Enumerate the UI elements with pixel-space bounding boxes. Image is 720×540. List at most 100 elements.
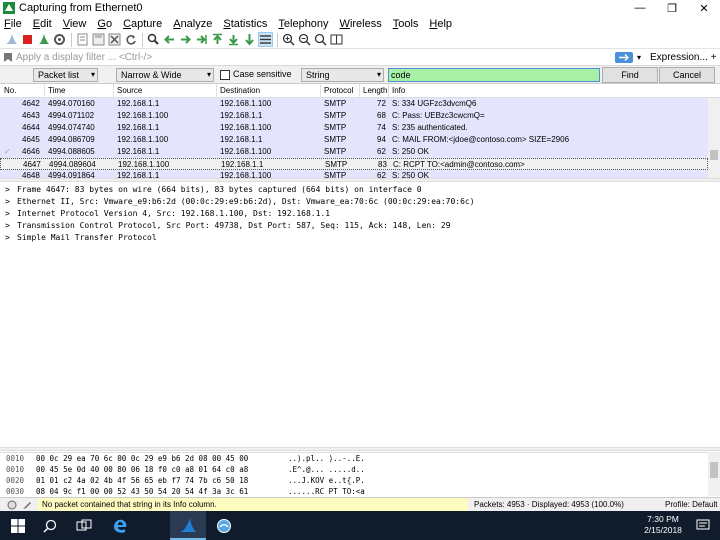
table-row[interactable]: 4643 4994.071102 192.168.1.100 192.168.1…	[0, 110, 708, 122]
menu-edit[interactable]: Edit	[33, 18, 52, 30]
stop-capture-button[interactable]	[20, 32, 35, 47]
save-file-button[interactable]	[91, 32, 106, 47]
menu-go[interactable]: Go	[97, 18, 112, 30]
apply-filter-button[interactable]	[615, 52, 633, 63]
restart-capture-button[interactable]	[36, 32, 51, 47]
table-row[interactable]: 4642 4994.070160 192.168.1.1 192.168.1.1…	[0, 98, 708, 110]
table-row-selected[interactable]: 4647 4994.089604 192.168.1.100 192.168.1…	[0, 158, 708, 170]
bytes-scrollbar[interactable]	[708, 452, 720, 496]
go-to-packet-button[interactable]	[194, 32, 209, 47]
table-row[interactable]: 4648 4994.091864 192.168.1.1 192.168.1.1…	[0, 170, 708, 178]
normal-size-button[interactable]	[313, 32, 328, 47]
windows-taskbar: 7:30 PM 2/15/2018	[0, 511, 720, 540]
search-button[interactable]	[32, 511, 68, 540]
char-width-select[interactable]: Narrow & Wide ▾	[116, 68, 214, 82]
case-sensitive-checkbox[interactable]	[220, 70, 230, 80]
first-packet-button[interactable]	[210, 32, 225, 47]
menu-bar: File Edit View Go Capture Analyze Statis…	[0, 16, 720, 31]
bookmark-filter-icon[interactable]	[3, 52, 13, 63]
start-button[interactable]	[0, 511, 36, 540]
reload-button[interactable]	[123, 32, 138, 47]
search-in-select[interactable]: Packet list ▾	[33, 68, 98, 82]
title-bar: Capturing from Ethernet0 — ❐ ✕	[0, 0, 720, 16]
minimize-button[interactable]: —	[624, 0, 656, 16]
filter-history-dropdown[interactable]: ▾	[637, 51, 645, 65]
char-width-value: Narrow & Wide	[121, 70, 182, 80]
packet-list-scrollbar[interactable]	[708, 98, 720, 178]
expand-arrow-icon[interactable]: >	[5, 220, 10, 232]
restart-capture-icon	[39, 34, 49, 44]
taskbar-clock[interactable]: 7:30 PM 2/15/2018	[638, 514, 688, 536]
menu-capture[interactable]: Capture	[123, 18, 162, 30]
scrollbar-thumb[interactable]	[710, 462, 718, 478]
notification-icon[interactable]	[696, 519, 710, 531]
menu-telephony[interactable]: Telephony	[278, 18, 328, 30]
menu-wireless[interactable]: Wireless	[340, 18, 382, 30]
last-packet-icon	[229, 35, 238, 46]
column-protocol[interactable]: Protocol	[324, 86, 353, 95]
display-filter-input[interactable]: Apply a display filter ... <Ctrl-/>	[14, 51, 614, 65]
status-message: No packet contained that string in its I…	[38, 498, 468, 512]
maximize-button[interactable]: ❐	[656, 0, 688, 16]
expand-arrow-icon[interactable]: >	[5, 232, 10, 244]
pane-splitter[interactable]	[0, 447, 720, 451]
autoscroll-button[interactable]	[242, 32, 257, 47]
menu-statistics[interactable]: Statistics	[223, 18, 267, 30]
close-file-button[interactable]	[107, 32, 122, 47]
open-file-button[interactable]	[75, 32, 90, 47]
packet-list-header: No. Time Source Destination Protocol Len…	[0, 84, 720, 98]
capture-options-button[interactable]	[52, 32, 67, 47]
zoom-in-button[interactable]	[281, 32, 296, 47]
resize-columns-button[interactable]	[329, 32, 344, 47]
search-type-select[interactable]: String ▾	[301, 68, 384, 82]
column-info[interactable]: Info	[392, 86, 405, 95]
close-button[interactable]: ✕	[688, 0, 720, 16]
expand-arrow-icon[interactable]: >	[5, 196, 10, 208]
related-packet-icon: ✓	[4, 147, 11, 156]
search-type-value: String	[306, 70, 330, 80]
find-packet-button[interactable]	[146, 32, 161, 47]
add-filter-button[interactable]: +	[711, 52, 717, 63]
column-no[interactable]: No.	[4, 86, 16, 95]
packet-details-pane[interactable]: > Frame 4647: 83 bytes on wire (664 bits…	[0, 182, 720, 448]
go-back-button[interactable]	[162, 32, 177, 47]
capture-comment-icon[interactable]	[22, 500, 32, 510]
cancel-button[interactable]: Cancel	[659, 67, 715, 83]
expression-button[interactable]: Expression... +	[650, 51, 716, 65]
network-tool-taskbar-button[interactable]	[206, 511, 242, 540]
menu-help[interactable]: Help	[429, 18, 452, 30]
find-button[interactable]: Find	[602, 67, 658, 83]
menu-file[interactable]: File	[4, 18, 22, 30]
last-packet-button[interactable]	[226, 32, 241, 47]
expand-arrow-icon[interactable]: >	[5, 208, 10, 220]
table-row[interactable]: 4644 4994.074740 192.168.1.1 192.168.1.1…	[0, 122, 708, 134]
menu-tools[interactable]: Tools	[393, 18, 419, 30]
window-title: Capturing from Ethernet0	[19, 2, 143, 14]
column-destination[interactable]: Destination	[220, 86, 260, 95]
packet-bytes-pane[interactable]: 0010 00 0c 29 ea 70 6c 00 0c 29 e9 b6 2d…	[0, 452, 708, 496]
zoom-out-button[interactable]	[297, 32, 312, 47]
start-capture-button[interactable]	[4, 32, 19, 47]
expand-arrow-icon[interactable]: >	[5, 184, 10, 196]
zoom-in-icon	[282, 33, 295, 46]
expert-info-icon[interactable]	[7, 500, 17, 510]
table-row[interactable]: ✓ 4646 4994.088605 192.168.1.1 192.168.1…	[0, 146, 708, 158]
scrollbar-thumb[interactable]	[710, 150, 718, 160]
wireshark-taskbar-button[interactable]	[170, 511, 206, 540]
column-time[interactable]: Time	[48, 86, 65, 95]
network-capture-icon	[217, 518, 231, 533]
packet-list[interactable]: 4642 4994.070160 192.168.1.1 192.168.1.1…	[0, 98, 708, 178]
column-length[interactable]: Length	[363, 86, 387, 95]
normal-size-icon	[314, 33, 327, 46]
column-source[interactable]: Source	[117, 86, 142, 95]
menu-view[interactable]: View	[63, 18, 87, 30]
wireshark-app-icon	[3, 2, 15, 14]
task-view-button[interactable]	[66, 511, 102, 540]
go-forward-button[interactable]	[178, 32, 193, 47]
table-row[interactable]: 4645 4994.086709 192.168.1.100 192.168.1…	[0, 134, 708, 146]
find-string-input[interactable]: code	[388, 68, 600, 82]
edge-taskbar-button[interactable]	[102, 511, 138, 540]
menu-analyze[interactable]: Analyze	[173, 18, 212, 30]
colorize-button[interactable]	[258, 32, 273, 47]
profile-selector[interactable]: Profile: Default	[665, 498, 717, 512]
